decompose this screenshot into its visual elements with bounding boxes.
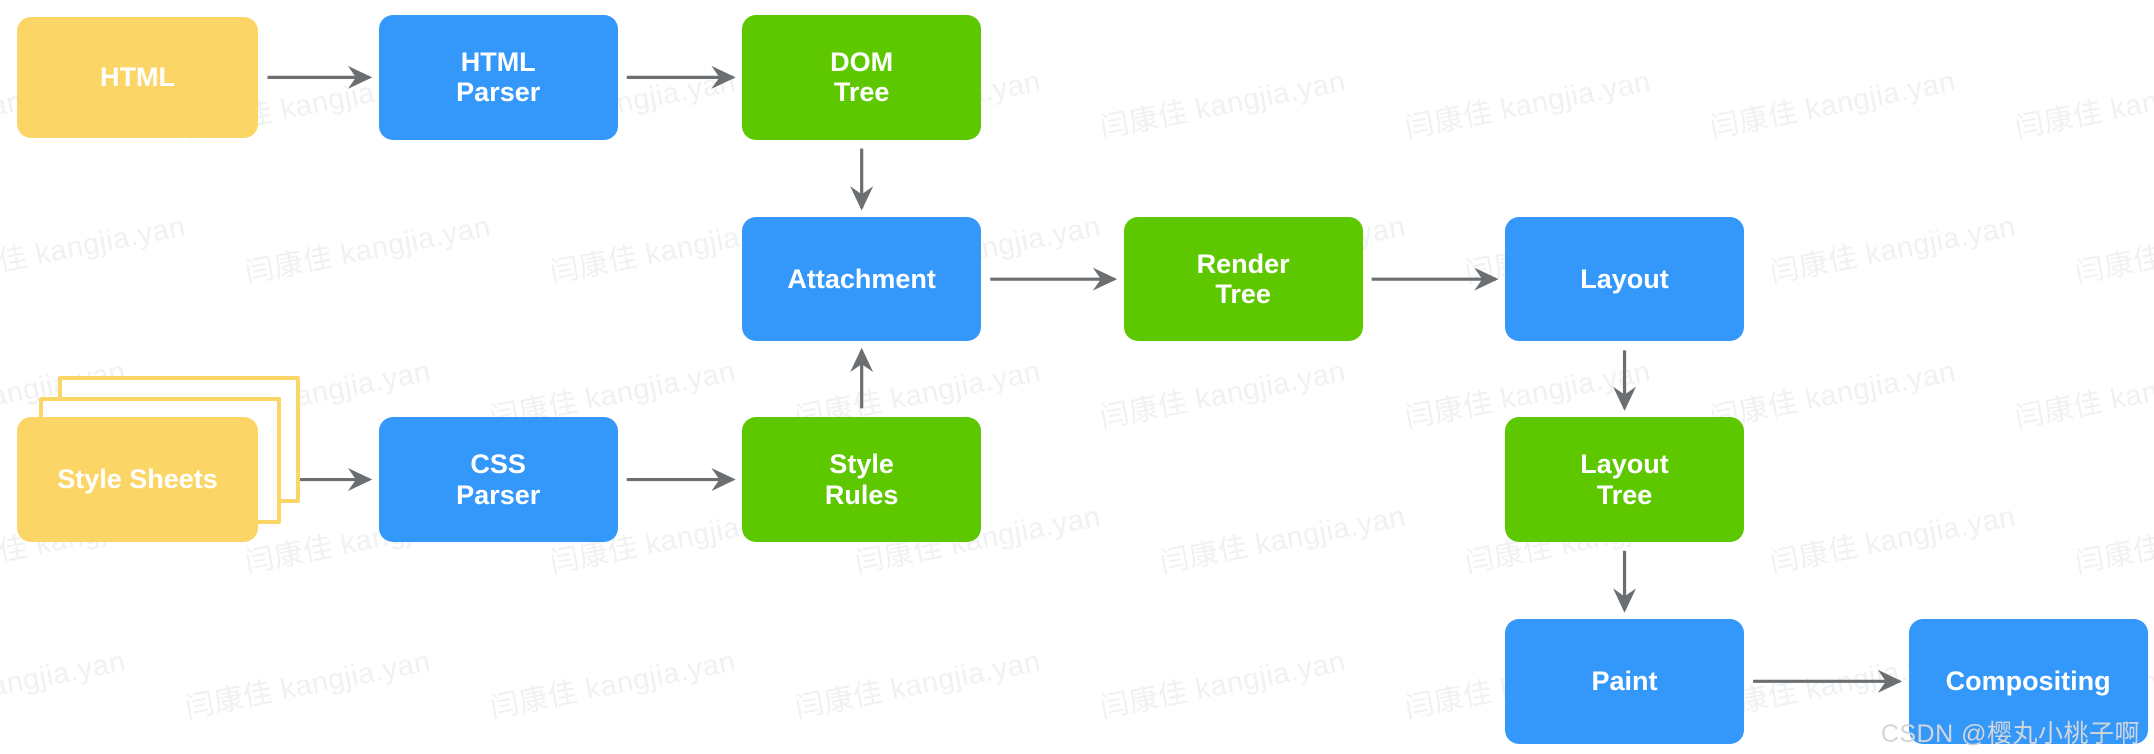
watermark-text: 闫康佳 kangjia.yan [1707,65,1959,145]
node-style-sheets-label: Style Sheets [57,463,218,494]
node-style-rules[interactable]: Style Rules [742,417,982,542]
node-html-parser[interactable]: HTML Parser [378,15,618,140]
node-html-label: HTML [100,62,175,93]
watermark-text: 闫康佳 kangjia.yan [1707,355,1959,435]
node-attachment[interactable]: Attachment [742,216,982,342]
node-render-tree[interactable]: Render Tree [1123,216,1363,342]
node-layout[interactable]: Layout [1504,216,1745,342]
watermark-text: 闫康佳 kangjia.yan [792,645,1044,725]
node-render-tree-label: Render Tree [1196,248,1290,310]
node-paint[interactable]: Paint [1504,619,1745,744]
watermark-text: 闫康佳 kangjia.yan [487,645,739,725]
diagram-canvas: 闫康佳 kangjia.yan 闫康佳 kangjia.yan 闫康佳 kangji… [0,0,2154,754]
node-attachment-label: Attachment [787,264,936,295]
node-layout-tree-label: Layout Tree [1580,449,1669,510]
watermark-text: 闫康佳 kangjia.yan [0,645,129,725]
watermark-text: 闫康佳 kangjia.yan [2072,501,2154,580]
watermark-text: 闫康佳 kangjia.yan [2072,211,2154,290]
style-sheets-card-front: Style Sheets [16,417,259,542]
node-css-parser[interactable]: CSS Parser [378,417,618,542]
watermark-text: 闫康佳 kangjia.yan [1097,355,1349,435]
watermark-text: 闫康佳 kangjia.yan [2012,355,2154,435]
watermark-text: 闫康佳 kangjia.yan [1157,500,1409,580]
node-layout-label: Layout [1580,264,1669,295]
node-dom-tree[interactable]: DOM Tree [742,15,982,140]
watermark-text: 闫康佳 kangjia.yan [182,645,434,725]
csdn-credit: CSDN @樱丸小桃子啊 [1880,720,2140,748]
watermark-text: 闫康佳 kangjia.yan [1097,645,1349,725]
watermark-text: 闫康佳 kangjia.yan [0,210,189,290]
node-dom-tree-label: DOM Tree [830,47,894,108]
watermark-text: 闫康佳 kangjia.yan [1767,500,2019,580]
watermark-layer: 闫康佳 kangjia.yan 闫康佳 kangjia.yan 闫康佳 kangji… [0,0,2154,754]
node-html[interactable]: HTML [16,16,259,139]
node-html-parser-label: HTML Parser [456,47,541,108]
node-compositing-label: Compositing [1945,666,2111,697]
arrow-layer [267,65,1903,693]
node-style-sheets[interactable]: Style Sheets [16,375,321,549]
node-css-parser-label: CSS Parser [456,449,541,510]
watermark-text: 闫康佳 kangjia.yan [1402,65,1654,145]
watermark-text: 闫康佳 kangjia.yan [2012,65,2154,145]
watermark-text: 闫康佳 kangjia.yan [242,210,494,290]
watermark-text: 闫康佳 kangjia.yan [1767,210,2019,290]
node-style-rules-label: Style Rules [824,449,899,510]
node-paint-label: Paint [1591,666,1658,697]
watermark-text: 闫康佳 kangjia.yan [1097,65,1349,145]
node-layout-tree[interactable]: Layout Tree [1504,417,1745,542]
